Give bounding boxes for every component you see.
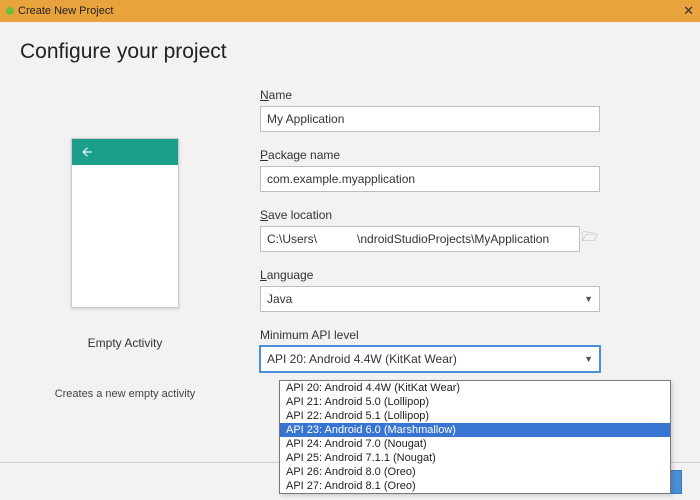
api-value: API 20: Android 4.4W (KitKat Wear) bbox=[267, 352, 457, 366]
api-option[interactable]: API 25: Android 7.1.1 (Nougat) bbox=[280, 451, 670, 465]
api-dropdown[interactable]: API 20: Android 4.4W (KitKat Wear)API 21… bbox=[279, 380, 671, 494]
save-label: Save location bbox=[260, 208, 680, 222]
name-label: Name bbox=[260, 88, 680, 102]
template-preview-col: Empty Activity Creates a new empty activ… bbox=[20, 88, 230, 400]
window-title: Create New Project bbox=[18, 5, 113, 17]
api-label: Minimum API level bbox=[260, 328, 680, 342]
api-option[interactable]: API 20: Android 4.4W (KitKat Wear) bbox=[280, 381, 670, 395]
browse-folder-icon[interactable]: 🗁 bbox=[580, 228, 600, 250]
phone-preview bbox=[71, 138, 179, 308]
package-input[interactable] bbox=[260, 166, 600, 192]
titlebar: Create New Project ✕ bbox=[0, 0, 700, 22]
package-label: Package name bbox=[260, 148, 680, 162]
form-col: Name Package name Save location 🗁 Langua… bbox=[260, 88, 680, 400]
language-select[interactable]: Java ▼ bbox=[260, 286, 600, 312]
app-icon bbox=[6, 7, 14, 15]
template-name: Empty Activity bbox=[88, 336, 163, 350]
api-select[interactable]: API 20: Android 4.4W (KitKat Wear) ▼ bbox=[260, 346, 600, 372]
language-label: Language bbox=[260, 268, 680, 282]
back-arrow-icon bbox=[80, 145, 94, 159]
api-option[interactable]: API 23: Android 6.0 (Marshmallow) bbox=[280, 423, 670, 437]
close-icon[interactable]: ✕ bbox=[683, 3, 694, 19]
name-input[interactable] bbox=[260, 106, 600, 132]
phone-appbar bbox=[72, 139, 178, 165]
api-option[interactable]: API 26: Android 8.0 (Oreo) bbox=[280, 465, 670, 479]
page-title: Configure your project bbox=[0, 22, 700, 64]
api-option[interactable]: API 24: Android 7.0 (Nougat) bbox=[280, 437, 670, 451]
chevron-down-icon: ▼ bbox=[584, 354, 593, 364]
api-option[interactable]: API 22: Android 5.1 (Lollipop) bbox=[280, 409, 670, 423]
api-option[interactable]: API 27: Android 8.1 (Oreo) bbox=[280, 479, 670, 493]
template-desc: Creates a new empty activity bbox=[55, 388, 196, 400]
language-value: Java bbox=[267, 292, 292, 306]
api-option[interactable]: API 21: Android 5.0 (Lollipop) bbox=[280, 395, 670, 409]
chevron-down-icon: ▼ bbox=[584, 294, 593, 304]
save-location-input[interactable] bbox=[260, 226, 580, 252]
